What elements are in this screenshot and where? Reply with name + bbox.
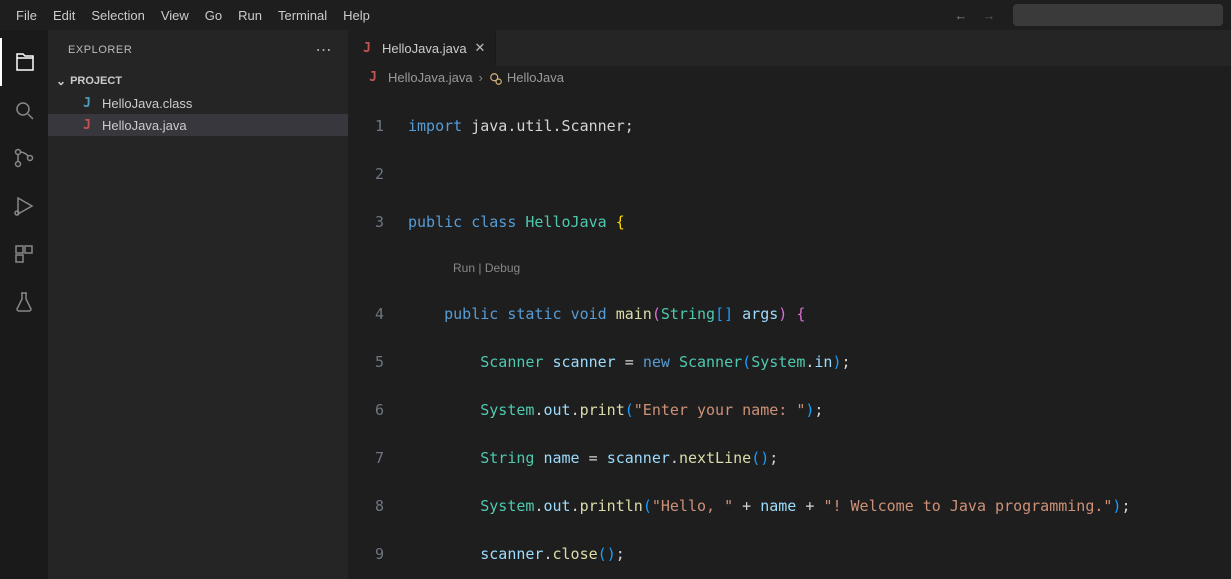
menu-terminal[interactable]: Terminal — [270, 4, 335, 27]
editor-tab[interactable]: J HelloJava.java ✕ — [348, 30, 496, 66]
java-file-icon: J — [364, 70, 382, 85]
run-debug-icon[interactable] — [0, 182, 48, 230]
explorer-title: EXPLORER — [68, 44, 132, 56]
file-item[interactable]: J HelloJava.java — [48, 114, 348, 136]
chevron-down-icon: ⌄ — [56, 74, 66, 88]
file-label: HelloJava.class — [102, 96, 192, 111]
menu-selection[interactable]: Selection — [83, 4, 152, 27]
activity-bar — [0, 30, 48, 579]
more-actions-icon[interactable]: ⋯ — [315, 40, 332, 60]
line-number: 4 — [348, 302, 408, 326]
class-symbol-icon — [489, 70, 503, 86]
menubar: File Edit Selection View Go Run Terminal… — [0, 0, 1231, 30]
line-number: 7 — [348, 446, 408, 470]
menu-help[interactable]: Help — [335, 4, 378, 27]
line-number: 5 — [348, 350, 408, 374]
java-file-icon: J — [78, 118, 96, 133]
menu-view[interactable]: View — [153, 4, 197, 27]
menu-edit[interactable]: Edit — [45, 4, 83, 27]
java-class-file-icon: J — [78, 96, 96, 111]
menu-go[interactable]: Go — [197, 4, 230, 27]
file-label: HelloJava.java — [102, 118, 187, 133]
line-number: 9 — [348, 542, 408, 566]
code-editor[interactable]: 1import java.util.Scanner; 2 3public cla… — [348, 90, 1231, 579]
search-icon[interactable] — [0, 86, 48, 134]
menu-file[interactable]: File — [8, 4, 45, 27]
extensions-icon[interactable] — [0, 230, 48, 278]
project-section-header[interactable]: ⌄ PROJECT — [48, 70, 348, 92]
codelens-run[interactable]: Run — [453, 261, 475, 275]
line-number: 6 — [348, 398, 408, 422]
codelens-debug[interactable]: Debug — [485, 261, 520, 275]
breadcrumbs[interactable]: J HelloJava.java › HelloJava — [348, 66, 1231, 90]
breadcrumb-symbol[interactable]: HelloJava — [507, 70, 564, 85]
file-item[interactable]: J HelloJava.class — [48, 92, 348, 114]
beaker-icon[interactable] — [0, 278, 48, 326]
line-number: 1 — [348, 114, 408, 138]
chevron-right-icon: › — [479, 70, 483, 85]
source-control-icon[interactable] — [0, 134, 48, 182]
explorer-sidebar: EXPLORER ⋯ ⌄ PROJECT J HelloJava.class J… — [48, 30, 348, 579]
line-number: 8 — [348, 494, 408, 518]
nav-back-icon[interactable]: ← — [947, 8, 975, 23]
editor-tabs: J HelloJava.java ✕ — [348, 30, 1231, 66]
close-icon[interactable]: ✕ — [475, 40, 486, 56]
line-number: 3 — [348, 210, 408, 234]
java-file-icon: J — [358, 41, 376, 56]
explorer-icon[interactable] — [0, 38, 48, 86]
nav-forward-icon[interactable]: → — [975, 8, 1003, 23]
title-search-input[interactable] — [1013, 4, 1223, 26]
breadcrumb-file[interactable]: HelloJava.java — [388, 70, 473, 85]
codelens: Run | Debug — [348, 258, 1231, 278]
tab-label: HelloJava.java — [382, 41, 467, 56]
line-number: 2 — [348, 162, 408, 186]
menu-run[interactable]: Run — [230, 4, 270, 27]
editor-area: J HelloJava.java ✕ J HelloJava.java › He… — [348, 30, 1231, 579]
project-section-label: PROJECT — [70, 75, 122, 87]
